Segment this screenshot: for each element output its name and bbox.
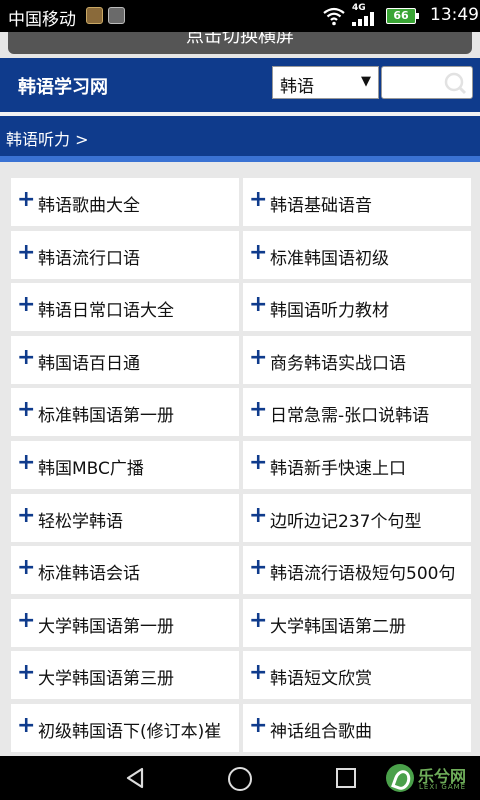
course-link-label: 韩语新手快速上口	[270, 459, 406, 479]
plus-icon: +	[249, 397, 268, 422]
course-link-item[interactable]: + 轻松学韩语	[11, 494, 239, 542]
site-title[interactable]: 韩语学习网	[18, 73, 108, 99]
course-link-item[interactable]: + 大学韩国语第三册	[11, 651, 239, 699]
course-link-item[interactable]: + 韩语日常口语大全	[11, 283, 239, 331]
plus-icon: +	[17, 187, 36, 212]
course-link-item[interactable]: + 韩语流行口语	[11, 231, 239, 279]
course-link-label: 大学韩国语第三册	[38, 669, 174, 689]
course-link-label: 大学韩国语第一册	[38, 617, 174, 637]
course-link-label: 韩语歌曲大全	[38, 196, 140, 216]
battery-level: 66	[393, 9, 409, 22]
breadcrumb: 韩语听力 >	[0, 116, 480, 156]
plus-icon: +	[249, 345, 268, 370]
plus-icon: +	[17, 660, 36, 685]
course-link-item[interactable]: + 标准韩国语初级	[243, 231, 471, 279]
site-header: 韩语学习网 韩语 ▼	[0, 58, 480, 112]
course-link-item[interactable]: + 大学韩国语第一册	[11, 599, 239, 647]
watermark-subtitle: LEXI GAME	[419, 783, 467, 791]
course-link-item[interactable]: + 韩语歌曲大全	[11, 178, 239, 226]
course-link-label: 韩语基础语音	[270, 196, 372, 216]
watermark-logo-icon	[386, 764, 414, 792]
course-link-item[interactable]: + 日常急需-张口说韩语	[243, 388, 471, 436]
course-link-label: 标准韩国语初级	[270, 249, 389, 269]
back-icon[interactable]	[124, 767, 146, 789]
course-link-item[interactable]: + 韩语流行语极短句500句	[243, 546, 471, 594]
course-link-item[interactable]: + 大学韩国语第二册	[243, 599, 471, 647]
course-link-item[interactable]: + 韩语新手快速上口	[243, 441, 471, 489]
watermark: 乐兮网 LEXI GAME	[386, 762, 476, 796]
plus-icon: +	[17, 397, 36, 422]
home-icon[interactable]	[228, 767, 252, 791]
plus-icon: +	[249, 240, 268, 265]
plus-icon: +	[249, 503, 268, 528]
rotate-strip: 点击切换横屏	[0, 32, 480, 58]
carrier-name: 中国移动	[8, 10, 76, 30]
search-input[interactable]	[381, 66, 473, 99]
notification-image-icon	[108, 7, 125, 24]
course-link-label: 商务韩语实战口语	[270, 354, 406, 374]
plus-icon: +	[17, 292, 36, 317]
course-link-label: 初级韩国语下(修订本)崔	[38, 722, 222, 742]
course-link-label: 标准韩语会话	[38, 564, 140, 584]
course-link-label: 日常急需-张口说韩语	[270, 406, 430, 426]
battery-icon: 66	[386, 8, 419, 24]
course-link-item[interactable]: + 商务韩语实战口语	[243, 336, 471, 384]
breadcrumb-link[interactable]: 韩语听力 >	[6, 126, 89, 150]
course-link-label: 边听边记237个句型	[270, 512, 422, 532]
course-link-label: 韩国MBC广播	[38, 459, 144, 479]
rotate-landscape-button[interactable]: 点击切换横屏	[8, 32, 472, 54]
course-link-label: 神话组合歌曲	[270, 722, 372, 742]
course-link-item[interactable]: + 韩国语百日通	[11, 336, 239, 384]
course-link-item[interactable]: + 神话组合歌曲	[243, 704, 471, 752]
plus-icon: +	[17, 608, 36, 633]
wifi-icon	[323, 7, 345, 26]
rotate-landscape-label: 点击切换横屏	[186, 32, 294, 47]
plus-icon: +	[249, 555, 268, 580]
plus-icon: +	[17, 345, 36, 370]
course-link-label: 韩语日常口语大全	[38, 301, 174, 321]
course-link-label: 韩国语听力教材	[270, 301, 389, 321]
plus-icon: +	[249, 713, 268, 738]
course-link-label: 韩语短文欣赏	[270, 669, 372, 689]
course-link-item[interactable]: + 韩语基础语音	[243, 178, 471, 226]
recent-apps-icon[interactable]	[336, 768, 356, 788]
status-bar: 中国移动 4G 66 13:49	[0, 0, 480, 32]
clock: 13:49	[430, 5, 479, 25]
course-link-item[interactable]: + 初级韩国语下(修订本)崔	[11, 704, 239, 752]
course-link-item[interactable]: + 韩国MBC广播	[11, 441, 239, 489]
plus-icon: +	[249, 660, 268, 685]
language-select-value: 韩语	[280, 77, 314, 97]
plus-icon: +	[17, 555, 36, 580]
plus-icon: +	[17, 450, 36, 475]
course-link-grid: + 韩语歌曲大全 + 韩语基础语音 + 韩语流行口语 + 标准韩国语初级 + 韩语日常口语大全 + 韩…	[0, 162, 480, 756]
plus-icon: +	[249, 292, 268, 317]
signal-icon	[352, 12, 374, 26]
course-link-label: 大学韩国语第二册	[270, 617, 406, 637]
course-link-item[interactable]: + 标准韩语会话	[11, 546, 239, 594]
plus-icon: +	[249, 450, 268, 475]
course-link-item[interactable]: + 韩语短文欣赏	[243, 651, 471, 699]
plus-icon: +	[249, 608, 268, 633]
plus-icon: +	[17, 503, 36, 528]
course-link-item[interactable]: + 韩国语听力教材	[243, 283, 471, 331]
plus-icon: +	[249, 187, 268, 212]
plus-icon: +	[17, 713, 36, 738]
course-link-label: 标准韩国语第一册	[38, 406, 174, 426]
notification-app-icon	[86, 7, 103, 24]
course-link-item[interactable]: + 标准韩国语第一册	[11, 388, 239, 436]
plus-icon: +	[17, 240, 36, 265]
course-link-label: 韩国语百日通	[38, 354, 140, 374]
course-link-item[interactable]: + 边听边记237个句型	[243, 494, 471, 542]
navigation-bar: 乐兮网 LEXI GAME	[0, 756, 480, 800]
course-link-label: 韩语流行口语	[38, 249, 140, 269]
course-link-label: 韩语流行语极短句500句	[270, 564, 456, 584]
dropdown-arrow-icon: ▼	[361, 74, 371, 89]
language-select[interactable]: 韩语 ▼	[272, 66, 379, 99]
search-icon[interactable]	[440, 70, 468, 96]
course-link-label: 轻松学韩语	[38, 512, 123, 532]
